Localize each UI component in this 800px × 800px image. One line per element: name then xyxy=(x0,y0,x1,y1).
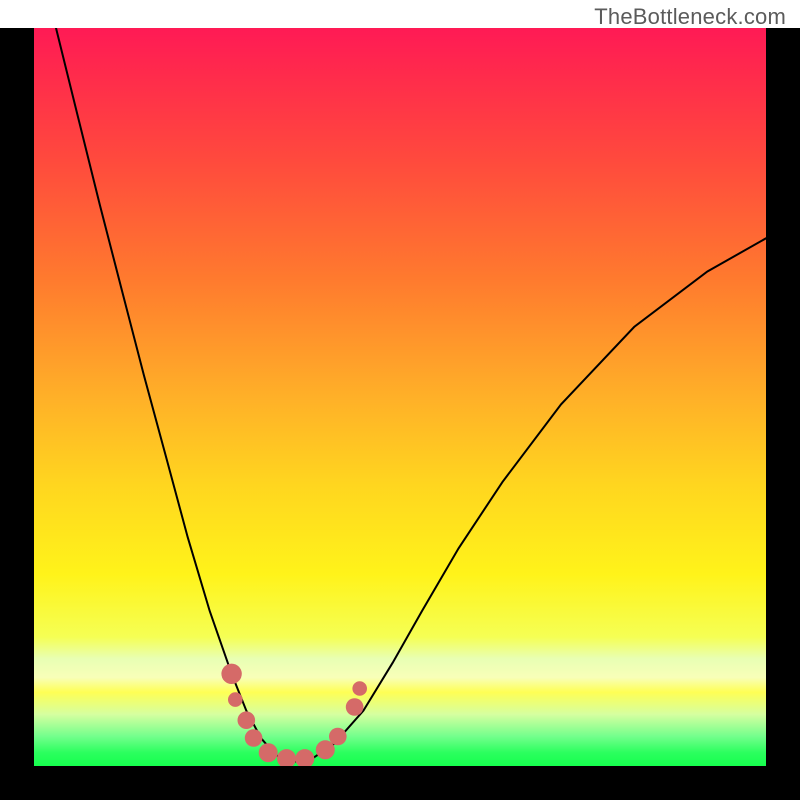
curve-marker xyxy=(346,698,364,716)
curve-marker xyxy=(259,743,278,762)
stage: TheBottleneck.com xyxy=(0,0,800,800)
curve-marker xyxy=(245,729,263,747)
curve-marker xyxy=(277,749,296,766)
curve-marker xyxy=(295,749,314,766)
curve-marker xyxy=(316,740,335,759)
watermark: TheBottleneck.com xyxy=(594,4,786,30)
plot-area xyxy=(34,28,766,766)
curve-marker xyxy=(221,664,241,684)
curve-marker xyxy=(352,681,367,696)
curve-marker xyxy=(329,728,347,746)
curve-marker xyxy=(238,711,256,729)
bottleneck-curve xyxy=(56,28,766,762)
curve-markers xyxy=(221,664,367,766)
curve-marker xyxy=(228,692,243,707)
curve-svg xyxy=(34,28,766,766)
plot-frame xyxy=(0,28,800,800)
